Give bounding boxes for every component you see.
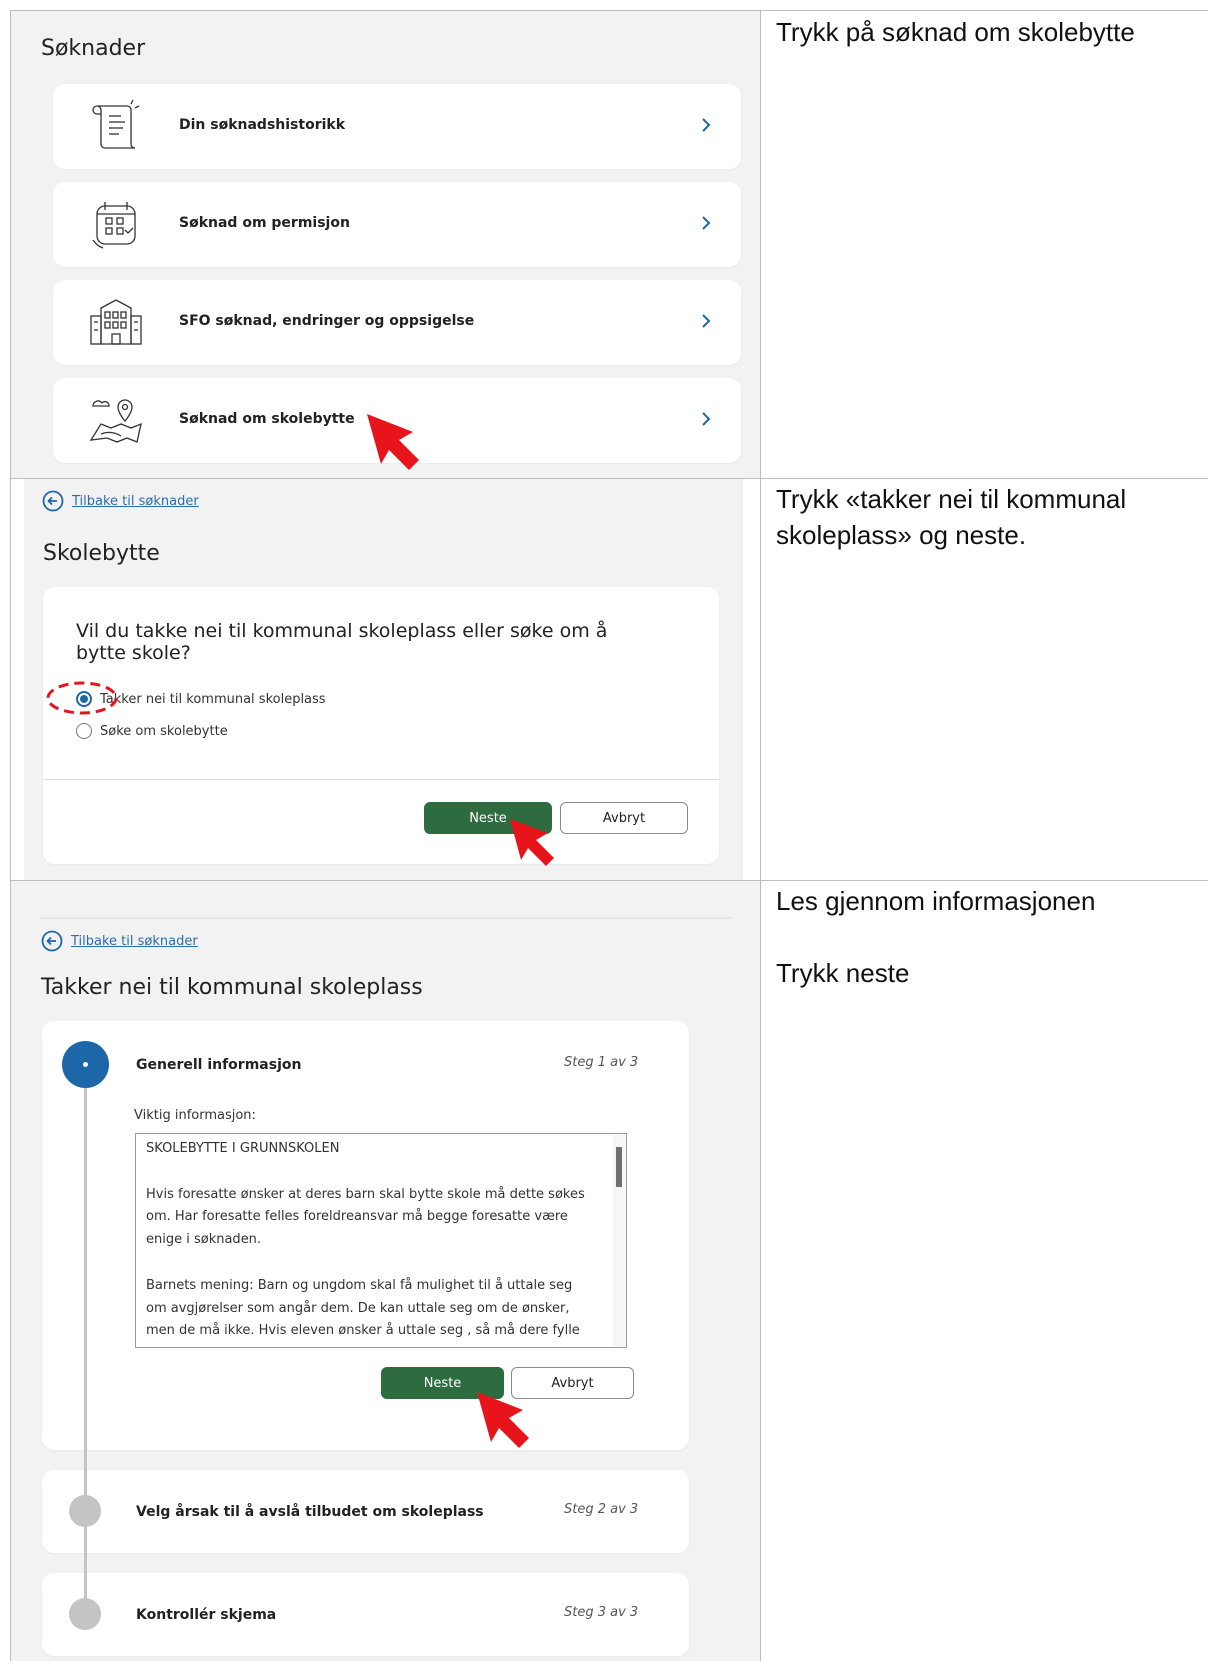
back-link[interactable]: Tilbake til søknader <box>42 490 199 512</box>
scrollbar[interactable] <box>613 1135 625 1346</box>
pointer-arrow-icon <box>510 819 554 866</box>
step-count: Steg 1 av 3 <box>564 1055 639 1070</box>
pointer-arrow-icon <box>477 1392 529 1448</box>
after-school-card[interactable]: SFO søknad, endringer og oppsigelse <box>53 280 741 365</box>
radio-button[interactable] <box>76 723 92 739</box>
scroll-icon <box>92 99 140 149</box>
page-title: Søknader <box>41 36 146 61</box>
divider <box>43 779 719 780</box>
step-title: Generell informasjon <box>136 1057 302 1073</box>
pointer-arrow-icon <box>367 414 419 470</box>
arrow-left-circle-icon <box>41 930 63 952</box>
instruction-3: Les gjennom informasjonen <box>776 886 1096 916</box>
step-count: Steg 2 av 3 <box>564 1502 639 1517</box>
step-title: Kontrollér skjema <box>136 1607 277 1623</box>
option-label: Søke om skolebytte <box>100 723 228 739</box>
applications-screenshot: Søknader Din søknadshistorikk Søknad om … <box>11 11 760 478</box>
info-paragraph: Barnets mening: Barn og ungdom skal få m… <box>146 1277 580 1347</box>
chevron-right-icon <box>702 412 711 426</box>
top-divider <box>41 917 731 919</box>
card-label: Søknad om permisjon <box>179 215 350 231</box>
chevron-right-icon <box>702 216 711 230</box>
instruction-4: Trykk neste <box>776 958 910 988</box>
timeline-line <box>84 1046 87 1616</box>
info-textarea[interactable]: SKOLEBYTTE I GRUNNSKOLEN Hvis foresatte … <box>135 1133 627 1348</box>
question-text: Vil du takke nei til kommunal skoleplass… <box>76 620 608 664</box>
leave-application-card[interactable]: Søknad om permisjon <box>53 182 741 267</box>
back-link-label: Tilbake til søknader <box>71 933 198 949</box>
chevron-right-icon <box>702 118 711 132</box>
step-marker <box>69 1598 101 1630</box>
back-link-label: Tilbake til søknader <box>72 493 199 509</box>
card-label: Søknad om skolebytte <box>179 411 355 427</box>
card-label: SFO søknad, endringer og oppsigelse <box>179 313 475 329</box>
table-column-divider <box>760 10 761 1661</box>
step-marker <box>69 1495 101 1527</box>
scrollbar-thumb[interactable] <box>616 1147 622 1187</box>
info-paragraph: SKOLEBYTTE I GRUNNSKOLEN <box>146 1141 340 1156</box>
calendar-icon <box>92 202 136 249</box>
instruction-2: Trykk «takker nei til kommunal skoleplas… <box>776 484 1127 550</box>
step-count: Steg 3 av 3 <box>564 1605 639 1620</box>
info-paragraph: Hvis foresatte ønsker at deres barn skal… <box>146 1186 585 1248</box>
application-history-card[interactable]: Din søknadshistorikk <box>53 84 741 169</box>
back-link[interactable]: Tilbake til søknader <box>41 930 198 952</box>
chevron-right-icon <box>702 314 711 328</box>
building-icon <box>90 299 142 345</box>
school-change-screenshot: Tilbake til søknader Skolebytte Vil du t… <box>24 479 743 880</box>
cancel-button[interactable]: Avbryt <box>560 802 688 834</box>
map-pin-icon <box>89 399 142 443</box>
page-title: Takker nei til kommunal skoleplass <box>41 975 423 1000</box>
card-label: Din søknadshistorikk <box>179 117 346 133</box>
step-marker-active <box>62 1041 109 1088</box>
arrow-left-circle-icon <box>42 490 64 512</box>
info-label: Viktig informasjon: <box>134 1108 256 1123</box>
option-change-school[interactable]: Søke om skolebytte <box>76 723 228 739</box>
step-title: Velg årsak til å avslå tilbudet om skole… <box>136 1504 484 1520</box>
page-title: Skolebytte <box>43 541 160 566</box>
highlight-ellipse <box>46 681 118 715</box>
instruction-1: Trykk på søknad om skolebytte <box>776 17 1135 47</box>
decline-school-screenshot: Tilbake til søknader Takker nei til komm… <box>11 881 760 1661</box>
option-label: Takker nei til kommunal skoleplass <box>100 691 326 707</box>
choice-card: Vil du takke nei til kommunal skoleplass… <box>43 587 719 864</box>
